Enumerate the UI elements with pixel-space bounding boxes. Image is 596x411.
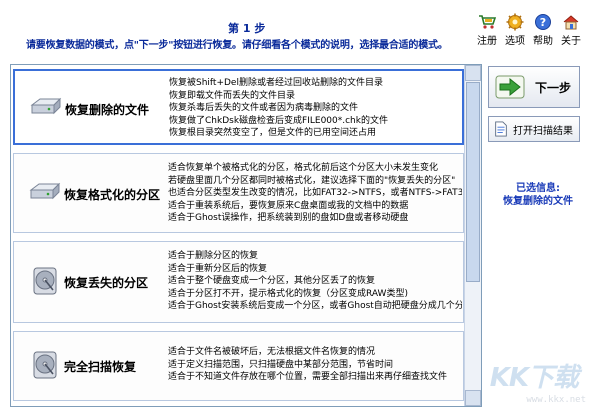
gear-icon <box>506 13 524 31</box>
help-button[interactable]: ? 帮助 <box>532 13 554 47</box>
svg-text:?: ? <box>540 16 546 29</box>
watermark: KK下载 www.kkx.net <box>470 349 590 405</box>
selection-label: 已选信息: <box>516 183 560 194</box>
mode-line: 恢复杀毒后丢失的文件或者因为病毒删除的文件 <box>169 103 359 114</box>
mode-title: 恢复格式化的分区 <box>64 188 161 202</box>
mode-line: 适于定义扫描范围，只扫描硬盘中某部分范围，节省时间 <box>168 359 394 370</box>
cart-icon <box>479 15 496 29</box>
open-scan-result-button[interactable]: 打开扫描结果 <box>488 116 580 142</box>
header-area: 第 1 步 请要恢复数据的模式，点"下一步"按钮进行恢复。请仔细看各个模式的说明… <box>0 0 596 62</box>
scroll-up-button[interactable] <box>465 65 481 81</box>
open-scan-result-label: 打开扫描结果 <box>513 125 573 137</box>
mode-line: 适合于重装系统后，要恢复原来C盘桌面或我的文档中的数据 <box>168 200 409 211</box>
step-description: 请要恢复数据的模式，点"下一步"按钮进行恢复。请仔细看各个模式的说明，选择最合适… <box>26 40 448 51</box>
mode-line: 也适合分区类型发生改变的情况，比如FAT32->NTFS，或者NTFS->FAT… <box>168 188 462 199</box>
watermark-url: www.kkx.net <box>526 395 586 405</box>
top-toolbar: 注册 选项 ? 帮助 关于 <box>476 13 582 47</box>
options-button[interactable]: 选项 <box>504 13 526 47</box>
mode-line: 恢复被Shift+Del删除或者经过回收站删除的文件目录 <box>169 78 383 88</box>
mode-line: 适合于Ghost安装系统后变成一个分区，或者Ghost自动把硬盘分成几个分 <box>168 301 462 312</box>
mode-line: 适合于整个硬盘变成一个分区，其他分区丢了的恢复 <box>168 276 376 287</box>
disk-platter-icon <box>33 267 57 295</box>
mode-line: 适合于Ghost误操作，把系统装到别的盘如D盘或者移动硬盘 <box>168 213 409 224</box>
help-icon: ? <box>535 14 551 30</box>
about-label: 关于 <box>561 36 581 47</box>
mode-item-recover-lost-partition[interactable]: 恢复丢失的分区 适合于删除分区的恢复 适合于重新分区后的恢复 适合于整个硬盘变成… <box>13 241 464 323</box>
recovery-mode-list[interactable]: 恢复删除的文件 恢复被Shift+Del删除或者经过回收站删除的文件目录 恢复即… <box>10 64 482 407</box>
mode-title: 恢复丢失的分区 <box>64 276 149 290</box>
open-file-icon <box>495 121 507 137</box>
mode-description: 恢复被Shift+Del删除或者经过回收站删除的文件目录 恢复即载文件而丢失的文… <box>169 77 463 140</box>
about-button[interactable]: 关于 <box>560 13 582 47</box>
mode-line: 适合于不知道文件存放在哪个位置，需要全部扫描出来再仔细查找文件 <box>168 372 448 383</box>
watermark-text: KK下载 <box>489 363 579 393</box>
next-step-button[interactable]: 下一步 <box>488 66 580 108</box>
mode-line: 适合于分区打不开，提示格式化的恢复（分区变成RAW类型) <box>168 288 408 299</box>
mode-item-recover-formatted[interactable]: 恢复格式化的分区 适合恢复单个被格式化的分区，格式化前后这个分区大小未发生变化 … <box>13 153 464 233</box>
mode-title: 恢复删除的文件 <box>65 103 150 117</box>
scrollbar-thumb[interactable] <box>466 82 480 282</box>
mode-line: 恢复做了ChkDsk磁盘检查后变成FILE000*.chk的文件 <box>169 115 388 126</box>
mode-line: 恢复即载文件而丢失的文件目录 <box>169 90 296 101</box>
mode-item-full-scan[interactable]: 完全扫描恢复 适合于文件名被破坏后，无法根据文件名恢复的情况 适于定义扫描范围，… <box>13 331 464 401</box>
help-label: 帮助 <box>533 36 553 47</box>
mode-line: 适合于文件名被破坏后，无法根据文件名恢复的情况 <box>168 347 376 357</box>
mode-title: 完全扫描恢复 <box>64 360 137 374</box>
step-title: 第 1 步 <box>228 22 266 35</box>
mode-description: 适合恢复单个被格式化的分区，格式化前后这个分区大小未发生变化 若硬盘里面几个分区… <box>168 162 462 225</box>
mode-item-recover-deleted[interactable]: 恢复删除的文件 恢复被Shift+Del删除或者经过回收站删除的文件目录 恢复即… <box>13 69 464 145</box>
selection-value: 恢复删除的文件 <box>503 196 573 207</box>
options-label: 选项 <box>505 36 525 47</box>
home-icon <box>563 15 579 30</box>
mode-description: 适合于删除分区的恢复 适合于重新分区后的恢复 适合于整个硬盘变成一个分区，其他分… <box>168 250 462 313</box>
disk-platter-icon <box>33 351 57 379</box>
mode-line: 适合于删除分区的恢复 <box>168 251 259 261</box>
register-button[interactable]: 注册 <box>476 13 498 47</box>
mode-line: 适合恢复单个被格式化的分区，格式化前后这个分区大小未发生变化 <box>168 163 439 173</box>
next-step-label: 下一步 <box>535 80 572 95</box>
selection-info: 已选信息: 恢复删除的文件 <box>494 182 582 208</box>
hard-disk-icon <box>29 182 61 200</box>
mode-line: 恢复根目录突然变空了，但是文件的已用空间还占用 <box>169 128 377 139</box>
arrow-right-icon <box>495 75 525 99</box>
register-label: 注册 <box>477 36 497 47</box>
mode-description: 适合于文件名被破坏后，无法根据文件名恢复的情况 适于定义扫描范围，只扫描硬盘中某… <box>168 346 462 384</box>
mode-line: 适合于重新分区后的恢复 <box>168 263 268 274</box>
mode-line: 若硬盘里面几个分区都同时被格式化，建议选择下面的"恢复丢失的分区" <box>168 175 456 186</box>
hard-disk-icon <box>30 97 62 115</box>
